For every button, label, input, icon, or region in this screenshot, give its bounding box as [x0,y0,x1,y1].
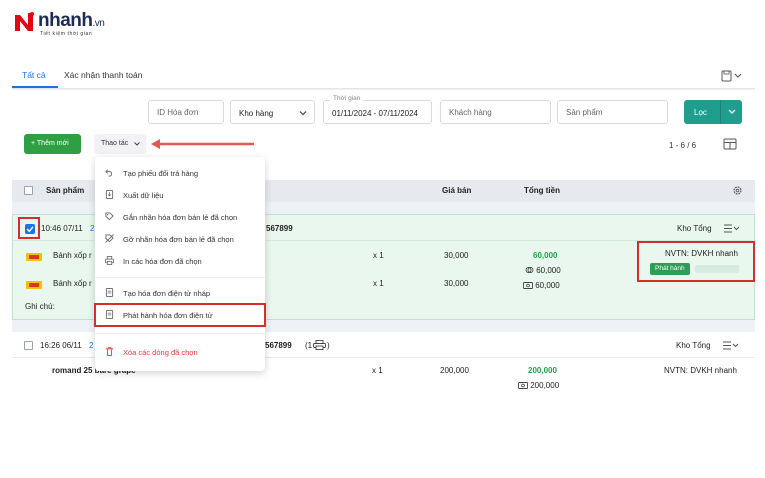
invoice-id-input[interactable]: ID Hóa đơn [148,100,224,124]
order-2-item-1-price: 200,000 [440,366,469,375]
pagination-range: 1 - 6 / 6 [669,141,697,150]
invoice-list-app: Tất cả Xác nhận thanh toán ID Hóa đơn Kh… [12,62,755,402]
printer-icon [313,340,326,350]
product-input[interactable]: Sản phẩm [557,100,668,124]
filter-options-toggle[interactable] [720,100,742,124]
menu-item-delete-selected[interactable]: Xóa các dòng đã chọn [95,342,265,362]
nhanh-logo: nhanh.vn Tiết kiệm thời gian [12,9,142,39]
order-1-phone: 567899 [266,224,293,233]
chevron-down-icon [728,109,736,114]
warehouse-select[interactable]: Kho hàng [230,100,315,124]
menu-item-export[interactable]: Xuất dữ liệu [95,185,265,205]
save-view-icon[interactable] [721,69,743,83]
menu-item-print[interactable]: In các hóa đơn đã chọn [95,251,265,271]
menu-item-create-return[interactable]: Tạo phiếu đổi trả hàng [95,163,265,183]
cash-icon [518,382,528,389]
order-1-item-1-price: 30,000 [444,251,469,260]
order-1-item-1-qty: x 1 [373,251,384,260]
logo-wordmark: nhanh.vn [38,10,105,31]
untag-icon [105,234,114,243]
actions-dropdown-button[interactable]: Thao tác [94,134,146,154]
tab-all[interactable]: Tất cả [22,70,46,80]
add-new-button[interactable]: + Thêm mới [24,134,81,154]
row-menu-icon[interactable] [723,341,739,350]
order-2-checkbox[interactable] [24,341,33,350]
column-total: Tổng tiền [524,186,560,195]
draft-invoice-icon [105,288,114,297]
gear-icon[interactable] [732,185,743,196]
order-2-phone: 567899 [265,341,292,350]
print-icon [105,256,114,265]
column-price: Giá bán [442,186,472,195]
column-product: Sản phẩm [46,186,85,195]
chevron-down-icon [134,142,140,146]
menu-item-add-label[interactable]: Gắn nhãn hóa đơn bán lẻ đã chọn [95,207,265,227]
menu-divider [95,333,265,334]
time-range-input[interactable]: Thời gian 01/11/2024 - 07/11/2024 [323,95,432,124]
order-1-total: 60,000 [533,251,558,260]
filter-button[interactable]: Lọc [684,100,742,124]
order-2-count-close: ) [327,341,330,350]
customer-input[interactable]: Khách hàng [440,100,551,124]
order-1-warehouse: Kho Tổng [677,224,712,233]
order-1-payment-2: 60,000 [523,281,560,290]
order-2-payment-1: 200,000 [518,381,559,390]
export-icon [105,190,114,199]
nhanh-logo-icon [15,12,34,31]
row-menu-icon[interactable] [724,224,740,233]
tabs-bar: Tất cả Xác nhận thanh toán [12,62,755,89]
order-1-item-2-qty: x 1 [373,279,384,288]
order-2-item-1-qty: x 1 [372,366,383,375]
order-2-total: 200,000 [528,366,557,375]
menu-item-draft-einvoice[interactable]: Tạo hóa đơn điện tử nháp [95,283,265,303]
logo-tagline: Tiết kiệm thời gian [40,31,93,37]
chevron-down-icon [299,111,307,116]
order-2-count: (1 [305,341,313,350]
order-2-staff: NVTN: DVKH nhanh [664,366,737,375]
menu-divider [95,277,265,278]
select-all-checkbox[interactable] [24,186,33,195]
order-2-id-link[interactable]: 2 [89,341,93,350]
order-1-item-1-name[interactable]: Bánh xốp r [53,251,92,260]
highlight-status-area [637,241,755,282]
return-icon [105,169,113,177]
order-1-item-2-price: 30,000 [444,279,469,288]
cash-icon [523,282,533,289]
product-thumbnail-icon [26,281,42,289]
tag-icon [105,212,114,221]
order-1-item-2-name[interactable]: Bánh xốp r [53,279,92,288]
tab-payment-confirmation[interactable]: Xác nhận thanh toán [64,70,142,80]
actions-dropdown-menu: Tạo phiếu đổi trả hàng Xuất dữ liệu Gắn … [94,157,266,371]
order-1-note-label: Ghi chú: [25,302,55,311]
order-2-warehouse: Kho Tổng [676,341,711,350]
active-tab-underline [12,86,58,88]
order-2-time: 16:26 06/11 [40,341,82,350]
order-1-payment-1: 60,000 [525,266,561,275]
product-thumbnail-icon [26,253,42,261]
transfer-icon [525,267,534,273]
highlight-order-checkbox [18,217,40,239]
annotation-arrow-icon [151,139,254,149]
trash-icon [105,347,114,356]
column-layout-icon[interactable] [722,136,738,152]
menu-item-remove-label[interactable]: Gỡ nhãn hóa đơn bán lẻ đã chọn [95,229,265,249]
order-1-id-link[interactable]: 2 [90,224,94,233]
highlight-issue-einvoice [94,303,266,327]
order-1-time: 10:46 07/11 [41,224,83,233]
